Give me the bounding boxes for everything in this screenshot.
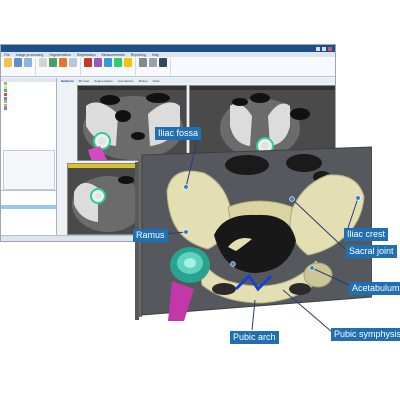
label-pubic-arch: Pubic arch <box>230 331 279 344</box>
label-iliac-fossa: Iliac fossa <box>155 127 202 140</box>
point-acetabulum <box>309 265 315 271</box>
label-ramus: Ramus <box>133 229 168 242</box>
label-iliac-crest: Iliac crest <box>344 228 389 241</box>
point-sacral-joint <box>289 196 295 202</box>
label-pubic-symphysis: Pubic symphysis <box>331 328 400 341</box>
point-iliac-crest <box>355 195 361 201</box>
point-iliac-fossa <box>183 184 189 190</box>
point-ramus <box>183 229 189 235</box>
label-acetabulum: Acetabulum <box>349 282 400 295</box>
label-sacral-joint: Sacral joint <box>346 245 397 258</box>
point-hip <box>230 261 236 267</box>
